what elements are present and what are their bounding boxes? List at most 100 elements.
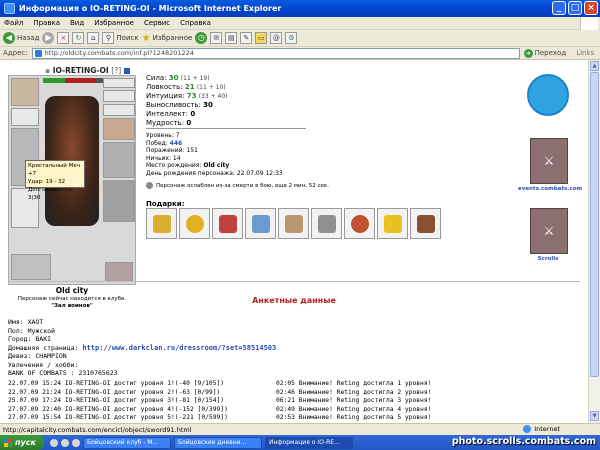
page-content: ▪ IO-RETING-OI [?] Кристальный Меч +7 Уд…: [0, 60, 588, 423]
jar-icon: [251, 214, 270, 233]
gift-jar[interactable]: [245, 208, 276, 239]
messenger-button[interactable]: @: [270, 32, 283, 44]
menu-favorites[interactable]: Избранное: [94, 19, 134, 27]
address-bar: Адрес: http://oldcity.combats.com/inf.pl…: [0, 47, 600, 60]
helmet-slot[interactable]: [11, 78, 39, 106]
tournament-logo-icon[interactable]: [527, 74, 569, 116]
amulet-slot[interactable]: [103, 90, 135, 102]
homepage-link[interactable]: http://www.darkclan.ru/dressroom/?set=58…: [82, 344, 276, 352]
start-button[interactable]: пуск: [0, 435, 44, 450]
scrolls-banner-icon[interactable]: ⚔: [530, 208, 568, 254]
scroll-down-icon[interactable]: ▼: [590, 411, 599, 421]
gift-gold-bars[interactable]: [146, 208, 177, 239]
gift-horse[interactable]: [410, 208, 441, 239]
gift-scroll[interactable]: [212, 208, 243, 239]
watermark: photo.scrolls.combats.com: [451, 436, 596, 447]
quicklaunch-icon[interactable]: [72, 438, 80, 447]
info-losses: Поражений: 151: [146, 147, 198, 154]
gear-icon: ⚙: [285, 32, 298, 44]
bracers-slot[interactable]: [11, 108, 39, 126]
task-button-active[interactable]: Информация о IO-RE...: [265, 436, 353, 449]
edit-button[interactable]: ✎: [240, 32, 253, 44]
menu-help[interactable]: Справка: [180, 19, 211, 27]
maximize-button[interactable]: □: [568, 1, 582, 15]
tool-button[interactable]: ⚙: [285, 32, 298, 44]
info-wins: Побед: 446: [146, 139, 183, 147]
go-arrow-icon: ➜: [523, 48, 533, 58]
minimize-button[interactable]: _: [552, 1, 566, 15]
scroll-thumb[interactable]: [590, 72, 599, 377]
hp-bar: [43, 78, 103, 83]
windows-logo-icon: [580, 17, 598, 30]
quicklaunch-icon[interactable]: [50, 438, 58, 447]
favorites-button[interactable]: ★ Избранное: [142, 33, 193, 44]
city-name: Old city: [55, 286, 89, 295]
boots-slot[interactable]: [103, 180, 135, 222]
log-row: 25.07.09 17:24 IO-RETING-OI достиг уровн…: [8, 397, 432, 404]
box-icon: [284, 214, 303, 233]
refresh-icon: ↻: [72, 32, 85, 44]
gift-box[interactable]: [278, 208, 309, 239]
window-title: Информация о IO-RETING-OI - Microsoft In…: [19, 4, 282, 13]
stat-agility: Ловкость: 21 (11 + 10): [146, 83, 226, 91]
links-button[interactable]: Links: [576, 49, 594, 57]
menu-file[interactable]: Файл: [4, 19, 23, 27]
profile-block: Имя: ХАОТ Пол: Мужской Город: BAKI Домаш…: [8, 318, 277, 377]
stop-icon: ×: [57, 32, 70, 44]
menu-tools[interactable]: Сервис: [144, 19, 170, 27]
ring-slots[interactable]: [103, 104, 135, 116]
log-row: 22.07.09 21:24 IO-RETING-OI достиг уровн…: [8, 388, 432, 396]
scroll-up-icon[interactable]: ▲: [590, 61, 599, 71]
windows-flag-icon: [4, 438, 12, 447]
shield-slot[interactable]: [103, 142, 135, 178]
scroll-icon: [218, 214, 237, 233]
discuss-button[interactable]: ▭: [255, 32, 268, 44]
menu-edit[interactable]: Правка: [33, 19, 60, 27]
quicklaunch-icon[interactable]: [61, 438, 69, 447]
address-input[interactable]: http://oldcity.combats.com/inf.pl?124820…: [31, 47, 520, 59]
gift-swords[interactable]: [311, 208, 342, 239]
weakness-status: Персонаж ослаблен из-за смерти в бою, ещ…: [146, 182, 329, 189]
gifts-row: [146, 208, 441, 239]
home-button[interactable]: ⌂: [87, 32, 100, 44]
info-birthplace: Место рождения: Old city: [146, 162, 230, 169]
toolbar: ◀ Назад ▶ × ↻ ⌂ ⚲ Поиск ★ Избранное ◷ ✉ ▤ ✎…: [0, 30, 600, 47]
log-row: 27.07.09 22:40 IO-RETING-OI достиг уровн…: [8, 405, 432, 413]
refresh-button[interactable]: ↻: [72, 32, 85, 44]
forward-button[interactable]: ▶: [42, 32, 55, 44]
earring-slot[interactable]: [103, 78, 135, 88]
close-button[interactable]: ×: [584, 1, 598, 15]
vertical-scrollbar[interactable]: ▲ ▼: [588, 60, 600, 423]
belt-slot[interactable]: [11, 254, 51, 280]
events-banner-icon[interactable]: ⚔: [530, 138, 568, 184]
weakness-icon: [146, 182, 153, 189]
stop-button[interactable]: ×: [57, 32, 70, 44]
search-icon: ⚲: [102, 32, 115, 44]
info-draws: Ничьих: 14: [146, 154, 181, 162]
history-button[interactable]: ◷: [195, 32, 208, 44]
shoes-slot[interactable]: [105, 262, 133, 282]
gift-gold-coins[interactable]: [179, 208, 210, 239]
back-button[interactable]: ◀ Назад: [3, 32, 39, 44]
task-button[interactable]: Бойцовский клуб - M...: [83, 436, 171, 449]
homepage-row: Домашняя страница: http://www.darkclan.r…: [8, 343, 277, 352]
menu-view[interactable]: Вид: [70, 19, 84, 27]
clan-flag-icon: [123, 68, 130, 74]
scrolls-link[interactable]: Scrolls: [518, 256, 578, 262]
print-button[interactable]: ▤: [225, 32, 238, 44]
stat-endurance: Выносливость: 30: [146, 101, 213, 109]
mail-button[interactable]: ✉: [210, 32, 223, 44]
go-button[interactable]: ➜ Переход: [523, 48, 566, 58]
gift-bell[interactable]: [377, 208, 408, 239]
log-row: 27.07.09 15:54 IO-RETING-OI достиг уровн…: [8, 414, 432, 421]
info-link[interactable]: [?]: [111, 66, 121, 75]
gift-teddy[interactable]: [344, 208, 375, 239]
section-divider: [8, 281, 580, 282]
search-button[interactable]: ⚲ Поиск: [102, 32, 139, 44]
swords-icon: [317, 214, 336, 233]
log-row: 22.07.09 15:24 IO-RETING-OI достиг уровн…: [8, 380, 432, 387]
events-link[interactable]: events.combats.com: [518, 186, 582, 192]
task-button[interactable]: Бойцовские дневни...: [174, 436, 262, 449]
folder-icon: ▭: [255, 32, 268, 44]
gloves-slot[interactable]: [103, 118, 135, 140]
